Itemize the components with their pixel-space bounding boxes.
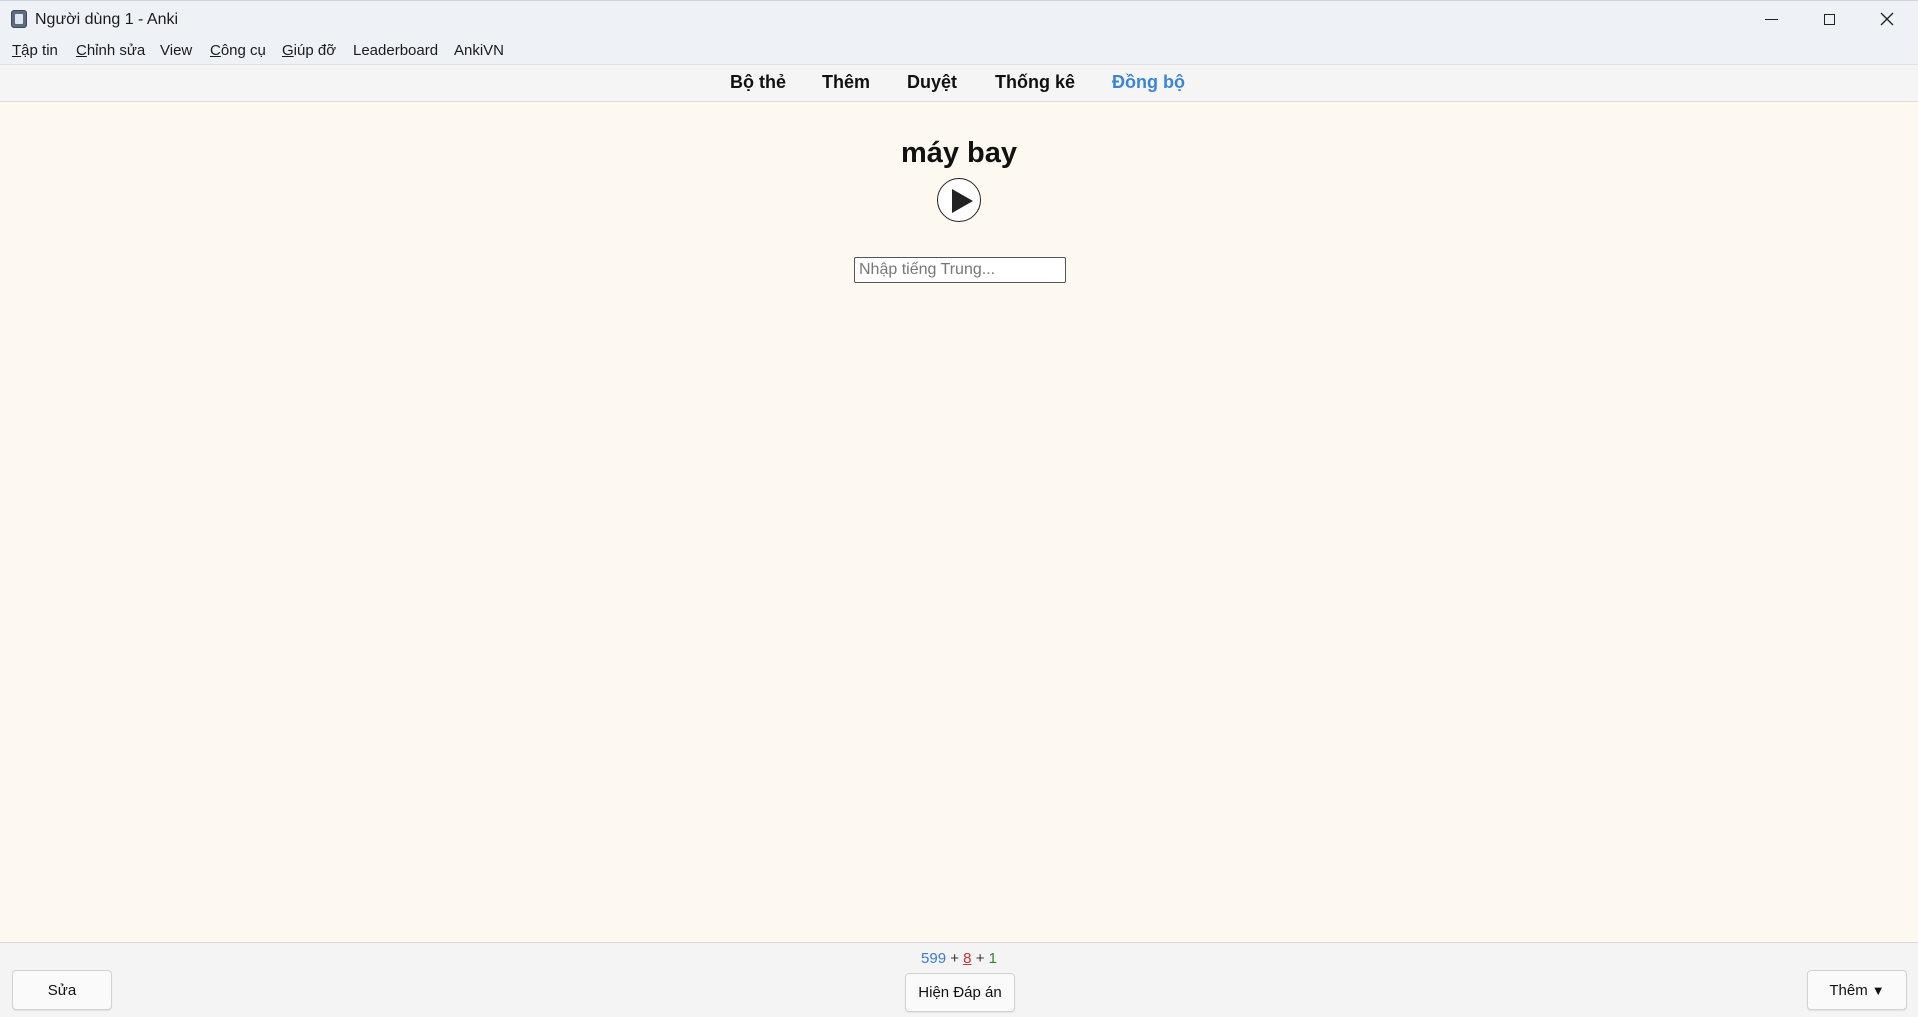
answer-input[interactable] xyxy=(854,257,1066,283)
maximize-icon xyxy=(1823,13,1835,25)
close-button[interactable] xyxy=(1858,1,1916,37)
title-bar: Người dùng 1 - Anki xyxy=(0,0,1918,36)
menu-file[interactable]: Tập tin xyxy=(12,42,58,59)
menu-tools[interactable]: Công cụ xyxy=(210,42,266,59)
window-title: Người dùng 1 - Anki xyxy=(35,11,179,28)
menu-bar: Tập tin Chỉnh sửa View Công cụ Giúp đỡ L… xyxy=(0,36,1918,64)
count-separator: + xyxy=(950,950,959,967)
toolbar-decks-link[interactable]: Bộ thẻ xyxy=(730,72,786,93)
menu-leaderboard[interactable]: Leaderboard xyxy=(353,42,438,59)
close-icon xyxy=(1880,12,1894,26)
learning-count: 8 xyxy=(963,950,972,967)
toolbar-sync-link[interactable]: Đồng bộ xyxy=(1112,72,1185,93)
card-word: máy bay xyxy=(900,137,1018,169)
menu-view[interactable]: View xyxy=(160,42,192,59)
count-separator: + xyxy=(975,950,985,967)
edit-button[interactable]: Sửa xyxy=(12,970,112,1010)
review-count: 1 xyxy=(988,950,997,967)
more-button[interactable]: Thêm ▼ xyxy=(1807,970,1907,1010)
play-audio-icon xyxy=(952,189,973,213)
anki-app-icon xyxy=(11,10,27,28)
minimize-button[interactable] xyxy=(1742,1,1800,37)
menu-ankivn[interactable]: AnkiVN xyxy=(454,42,504,59)
toolbar-browse-link[interactable]: Duyệt xyxy=(907,72,957,93)
maximize-button[interactable] xyxy=(1800,1,1858,37)
menu-edit[interactable]: Chỉnh sửa xyxy=(76,42,145,59)
play-audio-button[interactable] xyxy=(937,178,981,222)
minimize-icon xyxy=(1764,18,1778,20)
due-counts: 599 + 8 + 1 xyxy=(0,950,1918,967)
card-view: máy bay xyxy=(0,102,1918,942)
main-toolbar: Bộ thẻ Thêm Duyệt Thống kê Đồng bộ xyxy=(0,64,1918,102)
new-count: 599 xyxy=(921,950,947,967)
chevron-down-icon: ▼ xyxy=(1871,982,1885,998)
menu-help[interactable]: Giúp đỡ xyxy=(282,42,336,59)
toolbar-add-link[interactable]: Thêm xyxy=(822,72,870,93)
toolbar-stats-link[interactable]: Thống kê xyxy=(995,72,1075,93)
show-answer-button[interactable]: Hiện Đáp án xyxy=(905,973,1015,1012)
bottom-bar: 599 + 8 + 1 Sửa Hiện Đáp án Thêm ▼ xyxy=(0,942,1918,1017)
more-button-label: Thêm xyxy=(1829,981,1868,999)
